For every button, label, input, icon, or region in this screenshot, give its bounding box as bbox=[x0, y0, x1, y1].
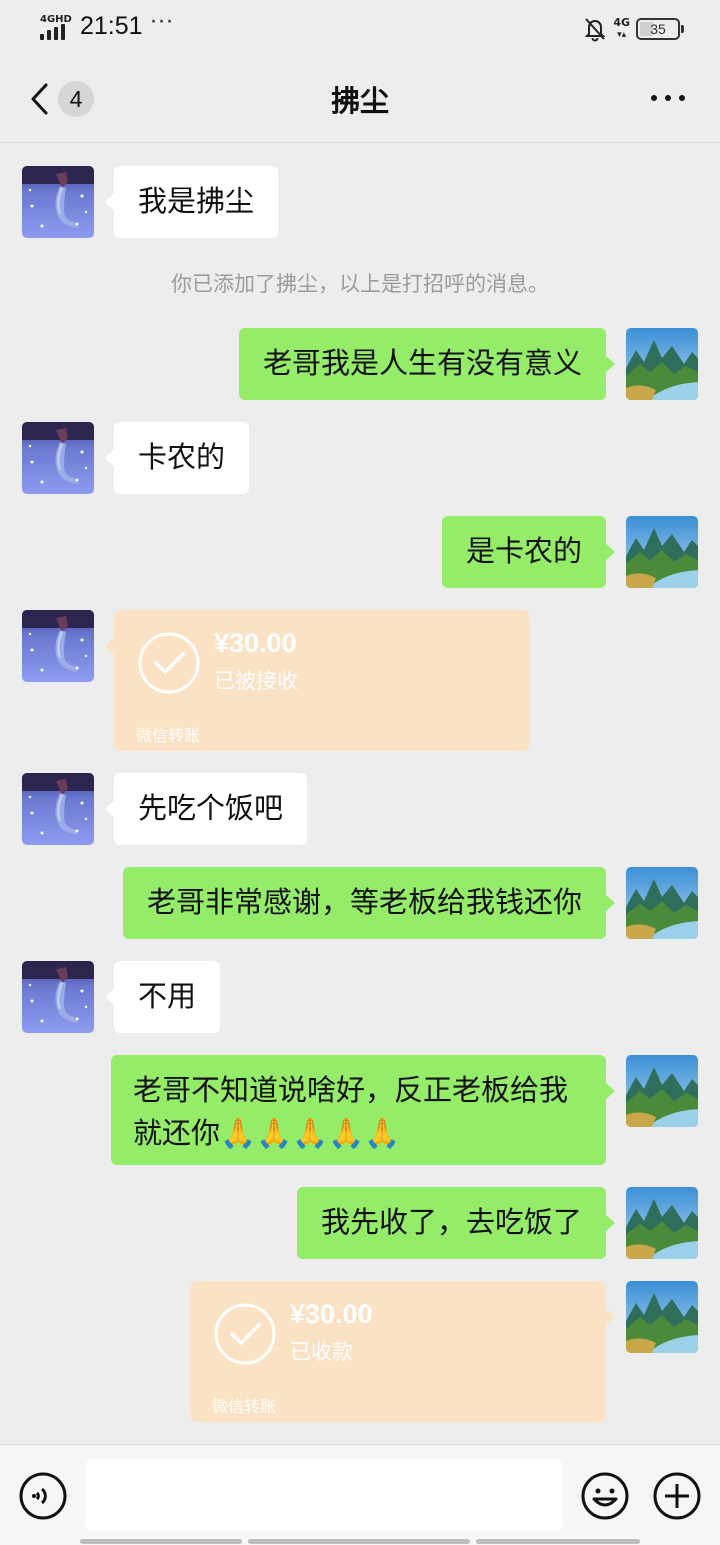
check-circle-icon bbox=[138, 632, 200, 694]
voice-icon[interactable] bbox=[18, 1471, 68, 1521]
system-message: 你已添加了拂尘，以上是打招呼的消息。 bbox=[171, 272, 549, 296]
transfer-status: 已被接收 bbox=[214, 669, 298, 693]
status-more: ··· bbox=[150, 10, 174, 35]
status-right: 4G ▾▴ 35 bbox=[583, 14, 684, 44]
net-indicator: 4G ▾▴ bbox=[613, 16, 630, 40]
gesture-bar bbox=[248, 1539, 470, 1544]
gesture-bar bbox=[80, 1539, 242, 1544]
transfer-label: 微信转账 bbox=[212, 1397, 277, 1416]
message-input[interactable] bbox=[86, 1459, 562, 1531]
battery-level: 35 bbox=[650, 21, 666, 37]
clock: 21:51 bbox=[80, 12, 143, 40]
transfer-amount: ¥30.00 bbox=[214, 628, 297, 658]
message-bubble[interactable]: 老哥我是人生有没有意义 bbox=[238, 328, 616, 400]
friend-avatar[interactable] bbox=[22, 961, 94, 1033]
my-avatar[interactable] bbox=[626, 328, 698, 400]
friend-avatar[interactable] bbox=[22, 422, 94, 494]
transfer-status: 已收款 bbox=[290, 1340, 353, 1364]
emoji-icon[interactable] bbox=[580, 1471, 630, 1521]
message-bubble[interactable]: 老哥非常感谢，等老板给我钱还你 bbox=[122, 867, 616, 939]
my-avatar[interactable] bbox=[626, 1055, 698, 1127]
status-bar: 4GHD 21:51 ··· 4G ▾▴ 35 bbox=[0, 0, 720, 56]
check-circle-icon bbox=[214, 1303, 276, 1365]
my-avatar[interactable] bbox=[626, 1281, 698, 1353]
friend-avatar[interactable] bbox=[22, 773, 94, 845]
message-bubble[interactable]: 不用 bbox=[104, 961, 221, 1033]
friend-avatar[interactable] bbox=[22, 166, 94, 238]
more-horizontal-icon[interactable] bbox=[650, 86, 686, 110]
plus-icon[interactable] bbox=[652, 1471, 702, 1521]
transfer-card[interactable]: ¥30.00 已被接收 微信转账 bbox=[105, 610, 530, 751]
friend-avatar[interactable] bbox=[22, 610, 94, 682]
chat-header: 4 拂尘 bbox=[0, 56, 720, 143]
message-bubble[interactable]: 我是拂尘 bbox=[104, 166, 279, 238]
input-bar bbox=[0, 1444, 720, 1545]
transfer-amount: ¥30.00 bbox=[290, 1299, 373, 1329]
transfer-label: 微信转账 bbox=[136, 726, 201, 745]
transfer-card[interactable]: ¥30.00 已收款 微信转账 bbox=[190, 1281, 615, 1422]
message-bubble[interactable]: 卡农的 bbox=[104, 422, 250, 494]
message-bubble[interactable]: 是卡农的 bbox=[441, 516, 616, 588]
my-avatar[interactable] bbox=[626, 867, 698, 939]
bell-off-icon bbox=[584, 18, 606, 42]
gesture-bar bbox=[476, 1539, 640, 1544]
signal-icon: 4GHD bbox=[40, 14, 72, 40]
message-bubble[interactable]: 先吃个饭吧 bbox=[104, 773, 308, 845]
my-avatar[interactable] bbox=[626, 1187, 698, 1259]
net-type-right: 4G bbox=[613, 16, 630, 29]
battery-icon: 35 bbox=[636, 18, 684, 40]
chat-title: 拂尘 bbox=[330, 84, 389, 118]
network-type: 4GHD bbox=[40, 14, 72, 25]
message-bubble[interactable]: 老哥不知道说啥好，反正老板给我就还你🙏🙏🙏🙏🙏 bbox=[111, 1055, 615, 1165]
my-avatar[interactable] bbox=[626, 516, 698, 588]
message-bubble[interactable]: 我先收了，去吃饭了 bbox=[296, 1187, 616, 1259]
